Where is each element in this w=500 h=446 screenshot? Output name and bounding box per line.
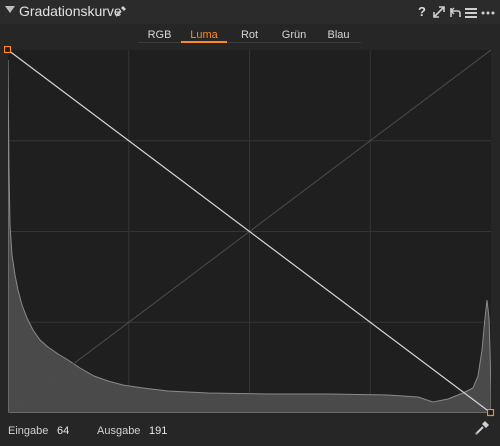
more-options-icon[interactable] [481, 5, 495, 19]
help-icon[interactable]: ? [418, 5, 426, 19]
panel-header: Gradationskurve ? [0, 0, 500, 24]
menu-icon[interactable] [465, 5, 477, 19]
tab-rot[interactable]: Rot [227, 27, 272, 43]
expand-icon[interactable] [433, 5, 445, 19]
curve-graph[interactable] [7, 49, 492, 414]
tab-luma[interactable]: Luma [181, 27, 227, 43]
reset-icon[interactable] [449, 5, 461, 19]
picker-icon[interactable] [114, 5, 127, 18]
output-label: Ausgabe [97, 425, 141, 437]
tab-gruen[interactable]: Grün [272, 27, 316, 43]
eyedropper-icon[interactable] [474, 420, 490, 436]
curve-point-end[interactable] [487, 409, 495, 417]
channel-tabs: RGB Luma Rot Grün Blau [138, 27, 361, 44]
tab-blau[interactable]: Blau [316, 27, 361, 43]
collapse-arrow-icon[interactable] [5, 6, 15, 13]
output-value: 191 [149, 425, 168, 437]
input-value: 64 [57, 425, 70, 437]
panel-title: Gradationskurve [19, 3, 122, 19]
curve-editor[interactable] [7, 49, 492, 414]
input-label: Eingabe [8, 425, 49, 437]
curve-point-start[interactable] [4, 46, 12, 54]
tab-rgb[interactable]: RGB [138, 27, 181, 43]
footer-readout: Eingabe 64 Ausgabe 191 [0, 418, 500, 446]
